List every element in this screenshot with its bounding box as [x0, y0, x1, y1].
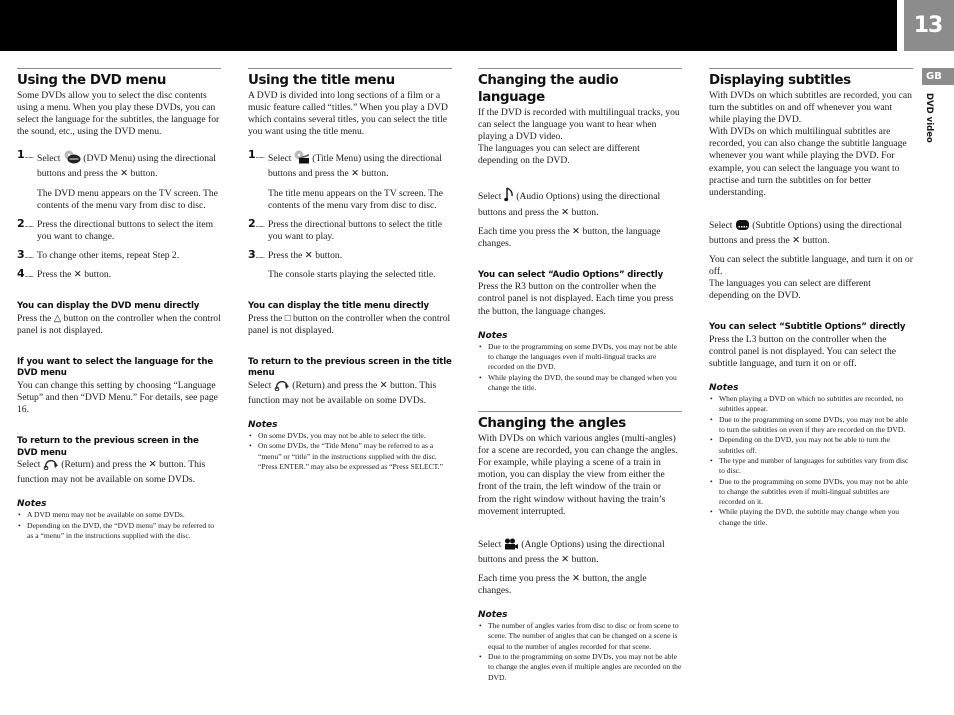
return-icon: [274, 380, 290, 395]
section-audio-language: Changing the audio language If the DVD i…: [478, 68, 682, 683]
notes-list: On some DVDs, you may not be able to sel…: [248, 431, 452, 472]
select-instruction: Select (Angle Options) using the directi…: [478, 538, 665, 565]
note-item: Due to the programming on some DVDs, you…: [478, 652, 682, 683]
section-dvd-menu: Using the DVD menu Some DVDs allow you t…: [17, 68, 221, 541]
tip-text: Select (Return) and press the ✕ button. …: [17, 459, 206, 486]
intro-text: If the DVD is recorded with multilingual…: [478, 107, 680, 143]
tip-text: Press the △ button on the controller whe…: [17, 312, 221, 336]
header-bar: [0, 0, 897, 51]
tip-heading: You can select “Subtitle Options” direct…: [709, 322, 906, 333]
dvd-menu-icon: [63, 150, 81, 168]
section-divider: [478, 411, 682, 413]
step-4: 4....... Press the ✕ button.: [17, 267, 112, 281]
section-title: Changing the angles: [478, 416, 626, 432]
note-item: Depending on the DVD, you may not be abl…: [709, 435, 913, 456]
section-title: Using the DVD menu: [17, 73, 167, 88]
intro-text: Some DVDs allow you to select the disc c…: [17, 90, 220, 138]
section-divider: [17, 68, 221, 69]
angle-options-icon: [504, 538, 519, 554]
section-title: Using the title menu: [248, 73, 395, 88]
select-instruction: Select (Subtitle Options) using the dire…: [709, 219, 903, 246]
tip-heading: To return to the previous screen in the …: [248, 356, 452, 379]
section-divider: [478, 68, 682, 69]
note-item: On some DVDs, you may not be able to sel…: [248, 431, 452, 442]
each-time-text: Each time you press the ✕ button, the la…: [478, 225, 661, 249]
tip-heading: You can select “Audio Options” directly: [478, 269, 664, 280]
intro-text-2: The languages you can select are differe…: [478, 143, 640, 167]
step-1: 1....... Select (DVD Menu) using the dir…: [17, 148, 216, 180]
section-title: Displaying subtitles: [709, 73, 851, 88]
intro-text: A DVD is divided into long sections of a…: [248, 90, 448, 138]
audio-options-icon: [504, 187, 514, 206]
section-subtitles: Displaying subtitles With DVDs on which …: [709, 68, 913, 528]
step-1: 1....... Select (Title Menu) using the d…: [248, 148, 442, 180]
section-title-menu: Using the title menu A DVD is divided in…: [248, 68, 452, 472]
tip-text: Press the R3 button on the controller wh…: [478, 281, 674, 317]
step-3: 3....... Press the ✕ button.: [248, 247, 343, 261]
step-2: 2....... Press the directional buttons t…: [248, 216, 442, 242]
notes-heading: Notes: [17, 499, 47, 510]
step-1-result: The title menu appears on the TV screen.…: [268, 187, 444, 211]
intro-text: With DVDs on which various angles (multi…: [478, 433, 678, 517]
section-title: Changing the audio language: [478, 73, 619, 105]
step-number: 2.......: [17, 216, 34, 230]
step-number: 3.......: [248, 247, 265, 261]
note-item: The type and number of languages for sub…: [709, 456, 913, 477]
step-number: 3.......: [17, 247, 34, 261]
note-item: The number of angles varies from disc to…: [478, 621, 682, 652]
step-2: 2....... Press the directional buttons t…: [17, 216, 214, 242]
notes-list: A DVD menu may not be available on some …: [17, 510, 221, 541]
note-item: On some DVDs, the “Title Menu” may be re…: [248, 441, 452, 472]
note-item: Due to the programming on some DVDs, you…: [709, 415, 913, 436]
can-select-text: You can select the subtitle language, an…: [709, 254, 913, 278]
step-3: 3....... To change other items, repeat S…: [17, 247, 180, 261]
note-item: Depending on the DVD, the “DVD menu” may…: [17, 521, 221, 542]
step-number: 2.......: [248, 216, 265, 230]
tip-heading: If you want to select the language for t…: [17, 356, 213, 379]
step-3-result: The console starts playing the selected …: [268, 269, 436, 281]
note-item: Due to the programming on some DVDs, you…: [478, 342, 682, 373]
note-item: When playing a DVD on which no subtitles…: [709, 394, 913, 415]
step-number: 4.......: [17, 267, 34, 281]
tip-text: Press the □ button on the controller whe…: [248, 312, 451, 336]
tip-heading: You can display the DVD menu directly: [17, 301, 200, 312]
tip-text: Press the L3 button on the controller wh…: [709, 333, 897, 370]
intro-text-2: With DVDs on which multilingual subtitle…: [709, 126, 907, 198]
tip-text: Select (Return) and press the ✕ button. …: [248, 379, 437, 406]
section-divider: [248, 68, 452, 69]
notes-list: Due to the programming on some DVDs, you…: [478, 342, 682, 393]
section-label: DVD video: [924, 93, 934, 143]
note-item: While playing the DVD, the subtitle may …: [709, 507, 913, 528]
notes-list: When playing a DVD on which no subtitles…: [709, 394, 913, 528]
notes-heading: Notes: [478, 610, 508, 621]
subtitle-options-icon: [735, 219, 750, 235]
page-number: 13: [904, 0, 954, 51]
notes-list: The number of angles varies from disc to…: [478, 621, 682, 683]
tip-heading: To return to the previous screen in the …: [17, 436, 199, 458]
tip-text: You can change this setting by choosing …: [17, 379, 218, 415]
step-number: 1.......: [248, 148, 265, 162]
notes-heading: Notes: [709, 383, 739, 394]
step-number: 1.......: [17, 148, 34, 162]
note-item: Due to the programming on some DVDs, you…: [709, 477, 913, 508]
note-item: While playing the DVD, the sound may be …: [478, 373, 682, 394]
return-icon: [43, 460, 59, 474]
each-time-text: Each time you press the ✕ button, the an…: [478, 572, 647, 597]
note-item: A DVD menu may not be available on some …: [17, 510, 221, 521]
title-menu-icon: [294, 150, 310, 168]
languages-text: The languages you can select are differe…: [709, 278, 871, 302]
language-tab: GB: [922, 68, 954, 85]
notes-heading: Notes: [248, 420, 278, 430]
section-divider: [709, 68, 913, 69]
notes-heading: Notes: [478, 330, 508, 341]
select-instruction: Select (Audio Options) using the directi…: [478, 187, 682, 218]
step-1-result: The DVD menu appears on the TV screen. T…: [37, 187, 218, 211]
tip-heading: You can display the title menu directly: [248, 301, 429, 312]
intro-text: With DVDs on which subtitles are recorde…: [709, 90, 912, 126]
